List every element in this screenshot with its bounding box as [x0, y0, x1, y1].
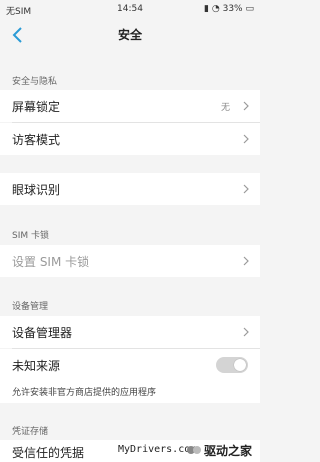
- sim-lock-label: 设置 SIM 卡锁: [12, 255, 90, 269]
- unknown-sources-description: 允许安装非官方商店提供的应用程序: [12, 388, 157, 398]
- eye-recognition-row[interactable]: 眼球识别: [0, 173, 260, 205]
- chevron-right-icon: [243, 134, 249, 144]
- section-header-sim: SIM 卡锁: [12, 231, 49, 241]
- section-header-privacy: 安全与隐私: [12, 77, 58, 87]
- unknown-sources-description-row: 允许安装非官方商店提供的应用程序: [0, 381, 260, 403]
- guest-mode-row[interactable]: 访客模式: [0, 123, 260, 155]
- guest-mode-label: 访客模式: [12, 133, 61, 147]
- nav-bar: 安全: [0, 18, 260, 52]
- chevron-right-icon: [243, 101, 249, 111]
- eye-recognition-label: 眼球识别: [12, 183, 61, 197]
- sim-lock-row[interactable]: 设置 SIM 卡锁: [0, 245, 260, 277]
- device-manager-label: 设备管理器: [12, 326, 73, 340]
- chevron-right-icon: [243, 184, 249, 194]
- screen-lock-value: 无: [220, 103, 230, 113]
- unknown-sources-row: 未知来源: [0, 349, 260, 381]
- battery-icon: ▭: [245, 4, 254, 14]
- chevron-right-icon: [243, 256, 249, 266]
- watermark-site: MyDrivers.com: [118, 444, 197, 455]
- toggle-knob: [234, 359, 246, 371]
- signal-icon: ▮: [204, 4, 209, 14]
- watermark: MyDrivers.com 驱动之家: [0, 436, 260, 462]
- device-manager-row[interactable]: 设备管理器: [0, 316, 260, 348]
- screen-lock-row[interactable]: 屏幕锁定 无: [0, 90, 260, 122]
- wifi-icon: ◔: [211, 4, 220, 14]
- watermark-logo-icon: [187, 446, 201, 454]
- battery-percent: 33%: [222, 4, 243, 14]
- page-title: 安全: [117, 28, 142, 42]
- watermark-brand: 驱动之家: [204, 444, 253, 458]
- unknown-sources-label: 未知来源: [12, 359, 61, 373]
- screen-lock-label: 屏幕锁定: [12, 100, 61, 114]
- section-header-device: 设备管理: [12, 302, 49, 312]
- unknown-sources-toggle[interactable]: [216, 357, 248, 373]
- battery-indicator: ▮ ◔ 33% ▭: [204, 4, 254, 14]
- chevron-right-icon: [243, 327, 249, 337]
- status-bar: 无SIM 14:54 ▮ ◔ 33% ▭: [0, 0, 260, 18]
